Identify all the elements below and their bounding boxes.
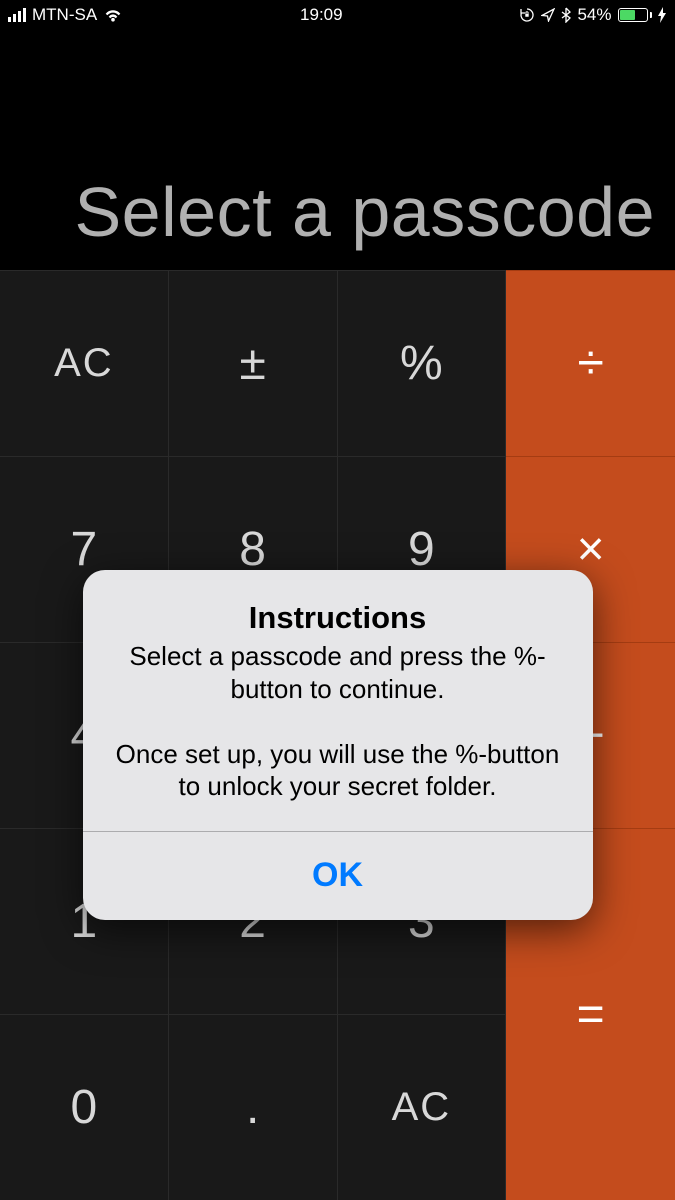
cellular-signal-icon xyxy=(8,8,26,22)
key-0[interactable]: 0 xyxy=(0,1014,169,1200)
key-sign[interactable]: ± xyxy=(169,270,338,456)
key-divide[interactable]: ÷ xyxy=(506,270,675,456)
battery-icon xyxy=(618,8,653,22)
carrier-label: MTN-SA xyxy=(32,5,97,25)
bluetooth-icon xyxy=(561,7,571,23)
dialog-ok-button[interactable]: OK xyxy=(83,832,593,920)
instructions-dialog: Instructions Select a passcode and press… xyxy=(83,570,593,920)
wifi-icon xyxy=(103,8,123,22)
charging-icon xyxy=(658,7,667,23)
battery-percentage: 54% xyxy=(577,5,611,25)
key-clear[interactable]: AC xyxy=(0,270,169,456)
key-percent[interactable]: % xyxy=(338,270,507,456)
status-bar: MTN-SA 19:09 54% xyxy=(0,0,675,30)
status-left: MTN-SA xyxy=(8,5,123,25)
status-right: 54% xyxy=(519,5,667,25)
key-decimal[interactable]: . xyxy=(169,1014,338,1200)
dialog-message: Select a passcode and press the %-button… xyxy=(109,640,567,803)
calculator-display: Select a passcode xyxy=(0,30,675,270)
status-time: 19:09 xyxy=(300,5,343,25)
display-prompt: Select a passcode xyxy=(74,172,655,252)
dialog-title: Instructions xyxy=(109,600,567,636)
location-icon xyxy=(541,8,555,22)
key-clear-bottom[interactable]: AC xyxy=(338,1014,507,1200)
rotation-lock-icon xyxy=(519,7,535,23)
